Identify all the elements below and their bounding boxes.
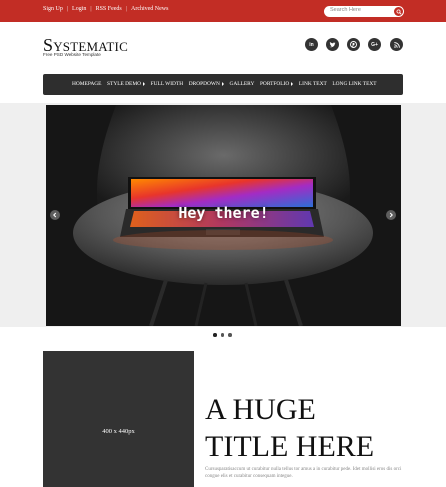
slider-dots <box>213 333 232 337</box>
search-icon <box>395 8 402 15</box>
placeholder-size-label: 400 x 440px <box>102 428 135 435</box>
archived-news-link[interactable]: Archived News <box>131 6 169 12</box>
nav-item-homepage[interactable]: HOMEPAGE <box>72 81 101 87</box>
link-separator: | <box>90 6 92 12</box>
top-bar: Sign Up | Login | RSS Feeds | Archived News Se… <box>0 0 446 22</box>
slide-caption: Hey there! <box>178 204 269 222</box>
slider-dot[interactable] <box>228 333 232 337</box>
slider-image: Hey there! <box>46 105 401 326</box>
site-tagline: Free PSD Website Template <box>43 52 101 57</box>
search-input[interactable]: Search Here <box>324 6 404 17</box>
top-links: Sign Up | Login | RSS Feeds | Archived News <box>43 6 168 12</box>
rss-feeds-link[interactable]: RSS Feeds <box>96 6 122 12</box>
twitter-button[interactable] <box>326 38 339 51</box>
search-button[interactable] <box>394 7 403 16</box>
login-link[interactable]: Login <box>72 6 86 12</box>
link-separator: | <box>66 6 69 12</box>
feature-body-text: Cursusparatisaccum ut curabitur nulla te… <box>205 467 402 479</box>
chevron-right-icon <box>389 212 393 218</box>
pinterest-icon <box>350 41 357 48</box>
image-placeholder: 400 x 440px <box>43 351 194 487</box>
slider-dot[interactable] <box>220 333 224 337</box>
link-separator: | <box>125 6 127 12</box>
twitter-icon <box>329 41 336 47</box>
google-plus-button[interactable]: G+ <box>368 38 381 51</box>
search-placeholder: Search Here <box>330 7 361 13</box>
slider-next-button[interactable] <box>386 210 396 220</box>
nav-item-gallery[interactable]: GALLERY <box>229 81 254 87</box>
slider-prev-button[interactable] <box>50 210 60 220</box>
nav-item-long-link-text[interactable]: LONG LINK TEXT <box>332 81 376 87</box>
slider-dot[interactable] <box>213 333 217 337</box>
nav-item-style-demo[interactable]: STYLE DEMO <box>107 81 146 87</box>
feature-title: A HUGE TITLE HERE <box>205 391 435 465</box>
rss-button[interactable] <box>390 38 403 51</box>
caret-right-icon <box>221 82 224 86</box>
linkedin-icon: in <box>309 41 314 48</box>
feature-title-line-2: TITLE HERE <box>205 430 375 463</box>
caret-right-icon <box>291 82 294 86</box>
google-plus-icon: G+ <box>371 41 378 48</box>
rss-icon <box>393 41 400 48</box>
main-nav: HOMEPAGE STYLE DEMO FULL WIDTH DROPDOWN … <box>43 74 403 95</box>
caret-right-icon <box>143 82 146 86</box>
nav-item-dropdown[interactable]: DROPDOWN <box>189 81 224 87</box>
pinterest-button[interactable] <box>347 38 360 51</box>
nav-item-full-width[interactable]: FULL WIDTH <box>151 81 184 87</box>
sign-up-link[interactable]: Sign Up <box>43 6 63 12</box>
feature-title-line-1: A HUGE <box>205 393 316 426</box>
linkedin-button[interactable]: in <box>305 38 318 51</box>
nav-item-link-text[interactable]: LINK TEXT <box>299 81 327 87</box>
nav-item-portfolio[interactable]: PORTFOLIO <box>260 81 294 87</box>
chevron-left-icon <box>53 212 57 218</box>
